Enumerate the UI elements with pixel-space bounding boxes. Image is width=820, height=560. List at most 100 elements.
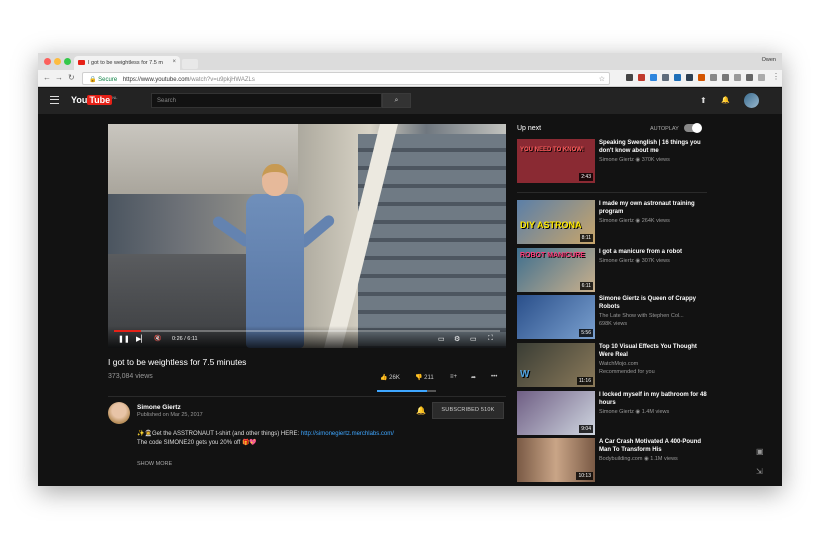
tab-title: I got to be weightless for 7.5 m (88, 60, 163, 66)
captions-icon[interactable]: ▭ (438, 335, 445, 343)
fullscreen-icon[interactable]: ⛶ (488, 335, 493, 343)
description-line-2: The code SIMONE20 gets you 20% off 🎁💖 (137, 440, 257, 446)
video-duration: 11:16 (576, 377, 593, 385)
lock-icon: 🔒 (89, 77, 97, 83)
up-next-item[interactable]: YOU NEED TO KNOW! 2:43 Speaking Swenglis… (517, 139, 707, 183)
extension-icon[interactable] (722, 74, 729, 81)
video-thumbnail[interactable]: YOU NEED TO KNOW! 2:43 (517, 139, 595, 183)
up-next-item[interactable]: 10:13 A Car Crash Motivated A 400-Pound … (517, 438, 707, 482)
url-host: https://www.youtube.com (122, 77, 190, 83)
video-channel[interactable]: Simone Giertz (599, 409, 634, 415)
up-next-item[interactable]: ROBOT MANICURE 6:11 I got a manicure fro… (517, 248, 707, 292)
video-thumbnail[interactable]: 10:13 (517, 438, 595, 482)
search-input[interactable]: Search (151, 93, 382, 108)
tab-close-icon[interactable]: × (172, 59, 176, 65)
video-duration: 10:13 (576, 472, 593, 480)
extension-icon[interactable] (734, 74, 741, 81)
theater-mode-icon[interactable]: ▭ (470, 335, 477, 343)
channel-bell-icon[interactable]: 🔔 (416, 406, 426, 415)
up-next-item[interactable]: DIY ASTRONA 8:11 I made my own astronaut… (517, 200, 707, 244)
mute-icon[interactable]: 🔇 (154, 335, 161, 342)
video-thumbnail[interactable]: DIY ASTRONA 8:11 (517, 200, 595, 244)
video-title-link[interactable]: I locked myself in my bathroom for 48 ho… (599, 392, 707, 407)
minimize-window-button[interactable] (54, 58, 61, 65)
video-thumbnail[interactable]: 5:56 (517, 295, 595, 339)
mini-player-icon[interactable]: ⇲ (756, 467, 763, 476)
video-channel[interactable]: Simone Giertz (599, 218, 634, 224)
notifications-bell-icon[interactable]: 🔔 (721, 96, 730, 104)
video-title-link[interactable]: Speaking Swenglish | 16 things you don't… (599, 140, 707, 155)
dislike-button[interactable]: 👎 211 (415, 374, 434, 381)
extension-icon[interactable] (746, 74, 753, 81)
divider (517, 192, 707, 193)
browser-tab[interactable]: I got to be weightless for 7.5 m × (74, 56, 180, 70)
back-arrow-icon[interactable]: ← (43, 73, 51, 82)
video-channel-meta: Bodybuilding.com ◉ 1.1M views (599, 456, 678, 462)
video-meta: 698K views (599, 321, 628, 327)
autoplay-toggle[interactable] (684, 123, 702, 133)
extension-icon[interactable] (626, 74, 633, 81)
logo-region: NL (112, 95, 118, 100)
video-meta: 307K views (641, 258, 670, 264)
search-button[interactable]: ⌕ (382, 93, 411, 108)
url-path: /watch?v=u9pkjHWAZLs (189, 77, 255, 83)
bookmark-star-icon[interactable]: ☆ (599, 75, 605, 83)
video-thumbnail[interactable]: ROBOT MANICURE 6:11 (517, 248, 595, 292)
description-link[interactable]: http://simonegiertz.merchlabs.com/ (301, 431, 394, 437)
extension-icon[interactable] (698, 74, 705, 81)
view-count: 373,084 views (108, 373, 153, 380)
pause-icon[interactable]: ❚❚ (118, 335, 130, 343)
channel-name[interactable]: Simone Giertz (137, 404, 181, 411)
video-channel[interactable]: Bodybuilding.com (599, 456, 642, 462)
up-next-item[interactable]: W 11:16 Top 10 Visual Effects You Though… (517, 343, 707, 387)
add-to-playlist-icon[interactable]: ≡+ (450, 374, 457, 380)
next-video-icon[interactable]: ▶▏ (136, 335, 147, 343)
video-channel[interactable]: WatchMojo.com (599, 361, 638, 367)
menu-dots-icon[interactable]: ⋮ (772, 72, 780, 81)
subscribe-button[interactable]: SUBSCRIBED 510K (432, 402, 504, 419)
video-title-link[interactable]: I got a manicure from a robot (599, 249, 707, 257)
progress-bar[interactable] (114, 330, 500, 332)
youtube-logo[interactable]: You Tube NL (71, 95, 117, 105)
upload-icon[interactable]: ⬆ (700, 96, 707, 105)
reload-icon[interactable]: ↻ (68, 73, 75, 82)
close-window-button[interactable] (44, 58, 51, 65)
share-icon[interactable]: ➦ (471, 374, 476, 381)
video-title-link[interactable]: Top 10 Visual Effects You Thought Were R… (599, 344, 707, 359)
extension-icon[interactable] (662, 74, 669, 81)
settings-gear-icon[interactable]: ⚙ (454, 335, 460, 343)
video-channel[interactable]: Simone Giertz (599, 157, 634, 163)
video-player[interactable]: ❚❚ ▶▏ 🔇 0:26 / 6:11 ▭ ⚙ ▭ ⛶ (108, 124, 506, 348)
channel-avatar[interactable] (108, 402, 130, 424)
up-next-item[interactable]: 9:04 I locked myself in my bathroom for … (517, 391, 707, 435)
extension-icon[interactable] (650, 74, 657, 81)
account-avatar[interactable] (744, 93, 759, 108)
profile-name[interactable]: Owen (762, 57, 776, 63)
hamburger-menu-icon[interactable] (50, 96, 59, 104)
secure-label: Secure (98, 77, 118, 83)
video-title-link[interactable]: Simone Giertz is Queen of Crappy Robots (599, 296, 707, 311)
video-title-link[interactable]: I made my own astronaut training program (599, 201, 707, 216)
video-channel[interactable]: Simone Giertz (599, 258, 634, 264)
extension-icon[interactable] (758, 74, 765, 81)
video-duration: 6:11 (579, 282, 593, 290)
video-thumbnail[interactable]: W 11:16 (517, 343, 595, 387)
video-title-link[interactable]: A Car Crash Motivated A 400-Pound Man To… (599, 439, 707, 454)
new-tab-button[interactable] (182, 59, 198, 69)
up-next-item[interactable]: 5:56 Simone Giertz is Queen of Crappy Ro… (517, 295, 707, 339)
extension-icon[interactable] (710, 74, 717, 81)
show-more-button[interactable]: SHOW MORE (137, 461, 172, 467)
extension-icon[interactable] (674, 74, 681, 81)
extension-icon[interactable] (638, 74, 645, 81)
extension-icon[interactable] (686, 74, 693, 81)
logo-tube: Tube (87, 95, 113, 105)
forward-arrow-icon[interactable]: → (55, 73, 63, 82)
video-channel[interactable]: The Late Show with Stephen Col... (599, 313, 684, 319)
more-actions-icon[interactable]: ••• (491, 374, 497, 380)
video-thumbnail[interactable]: 9:04 (517, 391, 595, 435)
feedback-icon[interactable]: ▣ (756, 447, 764, 456)
maximize-window-button[interactable] (64, 58, 71, 65)
like-button[interactable]: 👍 26K (380, 374, 400, 381)
address-bar[interactable]: 🔒 Secure https://www.youtube.com/watch?v… (82, 72, 610, 85)
description-line-1: ✨👨‍🚀Get the ASSTRONAUT t-shirt (and othe… (137, 430, 394, 437)
